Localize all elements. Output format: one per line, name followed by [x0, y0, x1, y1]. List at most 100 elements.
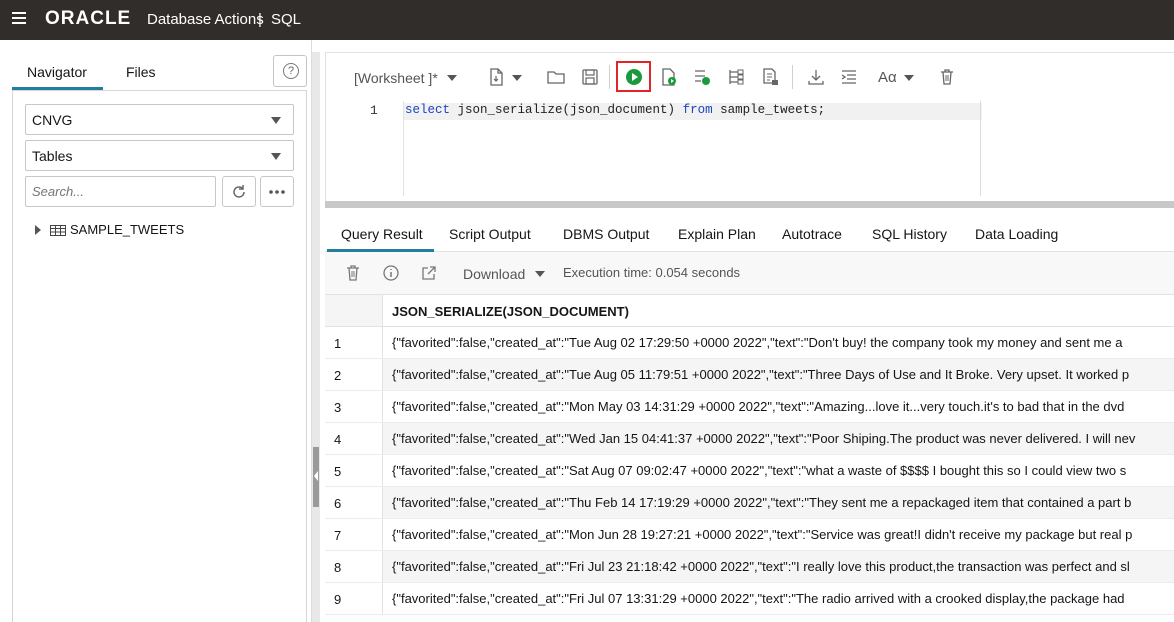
table-row[interactable]: 6 {"favorited":false,"created_at":"Thu Fe… [325, 487, 1174, 519]
toolbar-divider [792, 65, 793, 89]
sql-table: sample_tweets; [712, 103, 826, 117]
toolbar-divider [609, 65, 610, 89]
tab-sql-history[interactable]: SQL History [872, 226, 947, 242]
cell-json[interactable]: {"favorited":false,"created_at":"Fri Jul… [392, 591, 1125, 606]
cell-json[interactable]: {"favorited":false,"created_at":"Tue Aug… [392, 335, 1122, 350]
object-type-select[interactable]: Tables [25, 140, 294, 171]
format-icon[interactable] [839, 67, 859, 87]
tab-script-output[interactable]: Script Output [449, 226, 531, 242]
row-number: 7 [325, 519, 383, 550]
chevron-down-icon [271, 153, 281, 160]
tab-files[interactable]: Files [126, 64, 156, 80]
chevron-down-icon [271, 117, 281, 124]
table-icon [50, 225, 66, 236]
column-header[interactable]: JSON_SERIALIZE(JSON_DOCUMENT) [392, 304, 629, 319]
tab-explain-plan[interactable]: Explain Plan [678, 226, 756, 242]
table-row[interactable]: 5 {"favorited":false,"created_at":"Sat Au… [325, 455, 1174, 487]
run-statement-button[interactable] [616, 61, 651, 92]
results-grid: JSON_SERIALIZE(JSON_DOCUMENT) 1 {"favorit… [325, 294, 1174, 622]
download-dropdown[interactable]: Download [463, 266, 525, 282]
grid-header: JSON_SERIALIZE(JSON_DOCUMENT) [325, 294, 1174, 327]
app-title: Database Actions [147, 11, 264, 28]
result-toolbar: Download Execution time: 0.054 seconds [325, 252, 1174, 294]
table-row[interactable]: 4 {"favorited":false,"created_at":"Wed Ja… [325, 423, 1174, 455]
title-separator: | [258, 11, 262, 28]
cell-json[interactable]: {"favorited":false,"created_at":"Sat Aug… [392, 463, 1126, 478]
panel-splitter[interactable] [312, 52, 320, 622]
sql-keyword-from: from [682, 103, 713, 117]
run-script-icon[interactable] [659, 67, 679, 87]
ellipsis-icon [269, 190, 285, 194]
font-size-icon[interactable]: Aα [878, 69, 897, 86]
more-options-button[interactable] [260, 176, 294, 207]
top-bar: ORACLE Database Actions | SQL [0, 0, 1174, 40]
schema-select[interactable]: CNVG [25, 104, 294, 135]
expand-arrow-icon[interactable] [35, 225, 41, 235]
navigator-body: CNVG Tables Search... SAMPLE_TWEETS [12, 90, 307, 622]
chevron-down-icon[interactable] [904, 75, 914, 81]
page-title: SQL [271, 11, 302, 28]
left-panel: Navigator Files ? CNVG Tables Search... … [0, 40, 312, 622]
table-row[interactable]: 7 {"favorited":false,"created_at":"Mon Ju… [325, 519, 1174, 551]
execution-time: Execution time: 0.054 seconds [563, 265, 741, 280]
open-external-icon[interactable] [420, 264, 438, 282]
tab-autotrace[interactable]: Autotrace [782, 226, 842, 242]
row-number: 1 [325, 327, 383, 358]
sql-keyword-select: select [405, 103, 451, 117]
schema-select-value: CNVG [32, 112, 73, 128]
save-icon[interactable] [580, 67, 600, 87]
open-folder-icon[interactable] [546, 67, 566, 87]
cell-json[interactable]: {"favorited":false,"created_at":"Mon May… [392, 399, 1124, 414]
cell-json[interactable]: {"favorited":false,"created_at":"Mon Jun… [392, 527, 1132, 542]
result-tabs: Query Result Script Output DBMS Output E… [325, 208, 1174, 252]
line-gutter: 1 [326, 101, 404, 196]
help-button[interactable]: ? [273, 55, 307, 87]
editor-right-margin [980, 101, 981, 196]
cell-json[interactable]: {"favorited":false,"created_at":"Fri Jul… [392, 559, 1130, 574]
sql-function: json_serialize(json_document) [450, 103, 683, 117]
cell-json[interactable]: {"favorited":false,"created_at":"Thu Feb… [392, 495, 1131, 510]
tab-query-result[interactable]: Query Result [341, 226, 423, 242]
row-number: 6 [325, 487, 383, 518]
tab-data-loading[interactable]: Data Loading [975, 226, 1058, 242]
object-type-select-value: Tables [32, 148, 73, 164]
delete-icon[interactable] [344, 264, 362, 282]
hamburger-menu-icon[interactable] [12, 12, 26, 26]
table-row[interactable]: 3 {"favorited":false,"created_at":"Mon Ma… [325, 391, 1174, 423]
row-number: 8 [325, 551, 383, 582]
new-worksheet-icon[interactable] [486, 67, 506, 87]
chevron-down-icon[interactable] [535, 271, 545, 277]
table-row[interactable]: 9 {"favorited":false,"created_at":"Fri Ju… [325, 583, 1174, 615]
worksheet-selector[interactable]: [Worksheet ]* [354, 70, 438, 86]
oracle-logo: ORACLE [45, 8, 132, 29]
worksheet-toolbar: [Worksheet ]* Aα [326, 53, 1174, 101]
cell-json[interactable]: {"favorited":false,"created_at":"Wed Jan… [392, 431, 1135, 446]
info-icon[interactable] [382, 264, 400, 282]
line-number: 1 [370, 103, 378, 118]
explain-plan-icon[interactable] [692, 67, 712, 87]
worksheet-editor: [Worksheet ]* Aα 1 select json_serialize… [325, 52, 1174, 202]
search-input[interactable] [25, 176, 216, 207]
refresh-icon [233, 185, 245, 198]
code-line[interactable]: select json_serialize(json_document) fro… [404, 103, 982, 120]
cell-json[interactable]: {"favorited":false,"created_at":"Tue Aug… [392, 367, 1129, 382]
tab-navigator[interactable]: Navigator [27, 64, 87, 80]
download-icon[interactable] [806, 67, 826, 87]
collapse-handle[interactable] [313, 447, 319, 507]
sql-history-icon[interactable] [760, 67, 780, 87]
row-number: 4 [325, 423, 383, 454]
tab-dbms-output[interactable]: DBMS Output [563, 226, 649, 242]
row-number-header [325, 295, 383, 326]
table-row[interactable]: 8 {"favorited":false,"created_at":"Fri Ju… [325, 551, 1174, 583]
refresh-button[interactable] [222, 176, 256, 207]
clear-icon[interactable] [937, 67, 957, 87]
table-row[interactable]: 1 {"favorited":false,"created_at":"Tue Au… [325, 327, 1174, 359]
autotrace-icon[interactable] [726, 67, 746, 87]
editor-resize-bar[interactable] [325, 201, 1174, 208]
chevron-down-icon[interactable] [512, 75, 522, 81]
row-number: 3 [325, 391, 383, 422]
table-row[interactable]: 2 {"favorited":false,"created_at":"Tue Au… [325, 359, 1174, 391]
row-number: 5 [325, 455, 383, 486]
help-icon: ? [283, 63, 299, 79]
chevron-down-icon[interactable] [447, 75, 457, 81]
